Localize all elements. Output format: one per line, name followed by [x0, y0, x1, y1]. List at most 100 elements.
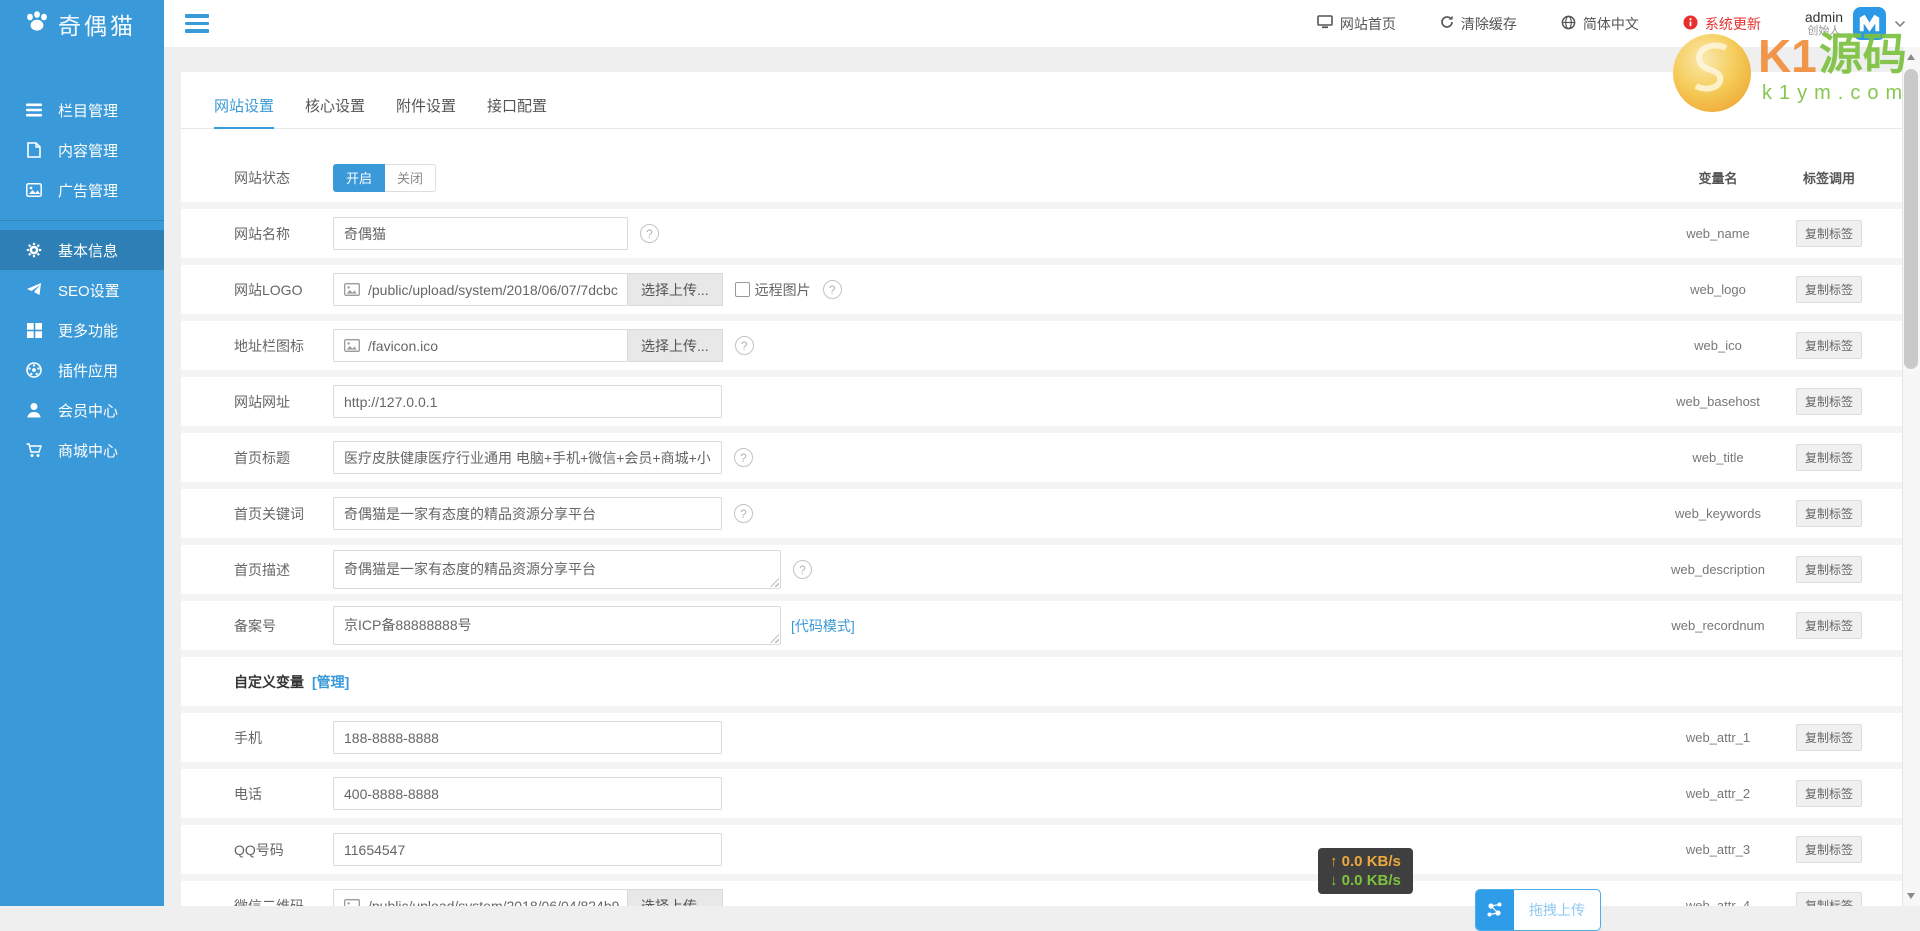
down-arrow-icon: ↓	[1330, 872, 1342, 889]
file-icon	[25, 142, 43, 158]
logo-text: 奇偶猫	[58, 12, 136, 39]
form-row: 网站网址 http://127.0.0.1 web_basehost 复制标签	[181, 377, 1902, 426]
variable-name: web_basehost	[1676, 394, 1760, 409]
help-icon[interactable]: ?	[734, 504, 753, 523]
nav-system-update[interactable]: 系统更新	[1683, 14, 1761, 34]
sidebar-item-basic-info[interactable]: 基本信息	[0, 230, 164, 270]
row-right: web_recordnum 复制标签	[1658, 612, 1902, 639]
remote-image-option[interactable]: 远程图片	[734, 280, 811, 300]
text-input[interactable]: 400-8888-8888	[333, 777, 722, 810]
sidebar-item-seo-settings[interactable]: SEO设置	[0, 270, 164, 310]
copy-tag-button[interactable]: 复制标签	[1796, 220, 1862, 247]
file-path-input[interactable]: /public/upload/system/2018/06/07/7dcbc	[333, 273, 628, 306]
avatar[interactable]	[1853, 7, 1886, 40]
field-label: 网站状态	[234, 169, 290, 186]
upload-button[interactable]: 选择上传...	[628, 329, 723, 362]
text-input[interactable]: http://127.0.0.1	[333, 385, 722, 418]
text-input[interactable]: 188-8888-8888	[333, 721, 722, 754]
resize-handle-icon[interactable]	[770, 634, 779, 643]
row-right: web_ico 复制标签	[1658, 332, 1902, 359]
variable-name: web_title	[1692, 450, 1744, 465]
file-path-input[interactable]: /favicon.ico	[333, 329, 628, 362]
plugin-icon	[25, 362, 43, 378]
variable-name: web_name	[1686, 226, 1750, 241]
help-icon[interactable]: ?	[640, 224, 659, 243]
form-row: 手机 188-8888-8888 web_attr_1 复制标签	[181, 713, 1902, 762]
row-separator	[181, 202, 1902, 209]
copy-tag-button[interactable]: 复制标签	[1796, 388, 1862, 415]
cluster-icon	[1476, 890, 1514, 930]
file-path-input[interactable]: /public/upload/system/2018/06/04/824b9	[333, 889, 628, 906]
image-icon	[25, 183, 43, 197]
help-icon[interactable]: ?	[822, 280, 842, 299]
textarea-input[interactable]: 奇偶猫是一家有态度的精品资源分享平台	[333, 550, 781, 589]
status-off-button[interactable]: 关闭	[385, 163, 437, 192]
text-input[interactable]: 医疗皮肤健康医疗行业通用 电脑+手机+微信+会员+商城+小程序	[333, 441, 722, 474]
field-control: 奇偶猫是一家有态度的精品资源分享平台?	[333, 497, 753, 530]
copy-tag-button[interactable]: 复制标签	[1796, 332, 1862, 359]
top-bar: 网站首页 清除缓存 简体中文 系统更新 admin 创始人	[164, 0, 1920, 48]
scrollbar-down-arrow[interactable]	[1907, 893, 1915, 899]
variable-name: web_attr_2	[1685, 786, 1751, 801]
sidebar-item-label: 广告管理	[58, 182, 119, 200]
chevron-down-icon[interactable]	[1894, 20, 1906, 28]
resize-handle-icon[interactable]	[770, 578, 779, 587]
text-input[interactable]: 奇偶猫是一家有态度的精品资源分享平台	[333, 497, 722, 530]
settings-card: 网站设置 核心设置 附件设置 接口配置 网站状态 开启 关闭 变量名 标签调用 网站名称奇…	[181, 72, 1902, 906]
sidebar-item-column-manage[interactable]: 栏目管理	[0, 90, 164, 130]
copy-tag-button[interactable]: 复制标签	[1796, 276, 1862, 303]
sidebar-item-content-manage[interactable]: 内容管理	[0, 130, 164, 170]
app-logo[interactable]: 奇偶猫	[0, 0, 164, 47]
help-icon[interactable]: ?	[793, 560, 812, 579]
nav-clear-cache[interactable]: 清除缓存	[1440, 14, 1517, 34]
copy-tag-button[interactable]: 复制标签	[1796, 724, 1862, 751]
upload-button[interactable]: 选择上传...	[628, 889, 723, 906]
field-label: 微信二维码	[234, 897, 304, 907]
monitor-icon	[1317, 15, 1333, 32]
user-menu[interactable]: admin 创始人	[1805, 9, 1843, 39]
sidebar-item-mall-center[interactable]: 商城中心	[0, 430, 164, 470]
manage-link[interactable]: [管理]	[312, 672, 349, 692]
copy-tag-button[interactable]: 复制标签	[1796, 444, 1862, 471]
scrollbar[interactable]	[1902, 47, 1920, 906]
copy-tag-button[interactable]: 复制标签	[1796, 500, 1862, 527]
input-value: 400-8888-8888	[344, 785, 439, 802]
nav-site-home[interactable]: 网站首页	[1317, 14, 1396, 34]
textarea-input[interactable]: 京ICP备88888888号	[333, 606, 781, 645]
sidebar-item-plugins[interactable]: 插件应用	[0, 350, 164, 390]
help-icon[interactable]: ?	[734, 336, 754, 355]
status-on-button[interactable]: 开启	[333, 163, 386, 192]
tab-site-settings[interactable]: 网站设置	[214, 86, 275, 129]
text-input[interactable]: 奇偶猫	[333, 217, 628, 250]
user-role: 创始人	[1807, 25, 1841, 38]
help-icon[interactable]: ?	[734, 448, 753, 467]
row-right: 变量名 标签调用	[1658, 168, 1902, 187]
copy-tag-button[interactable]: 复制标签	[1796, 892, 1862, 906]
tab-attachment-settings[interactable]: 附件设置	[396, 86, 456, 128]
copy-tag-button[interactable]: 复制标签	[1796, 556, 1862, 583]
variable-name: web_description	[1671, 562, 1765, 577]
copy-tag-button[interactable]: 复制标签	[1796, 836, 1862, 863]
nav-language[interactable]: 简体中文	[1561, 14, 1639, 34]
sidebar-item-label: 栏目管理	[58, 102, 119, 120]
text-input[interactable]: 11654547	[333, 833, 722, 866]
tab-core-settings[interactable]: 核心设置	[305, 86, 365, 128]
checkbox-icon[interactable]	[734, 282, 750, 297]
field-control: 奇偶猫?	[333, 217, 659, 250]
field-control: /public/upload/system/2018/06/04/824b9 选择…	[333, 889, 723, 906]
field-control: http://127.0.0.1	[333, 385, 722, 418]
field-label: 网站网址	[234, 393, 290, 410]
row-separator	[181, 426, 1902, 433]
code-mode-link[interactable]: [代码模式]	[791, 616, 855, 636]
sidebar-item-member-center[interactable]: 会员中心	[0, 390, 164, 430]
upload-button[interactable]: 选择上传...	[628, 273, 723, 306]
sidebar-item-ad-manage[interactable]: 广告管理	[0, 170, 164, 210]
scrollbar-up-arrow[interactable]	[1907, 54, 1915, 60]
copy-tag-button[interactable]: 复制标签	[1796, 780, 1862, 807]
drag-upload-button[interactable]: 拖拽上传	[1475, 889, 1601, 931]
sidebar-item-more-features[interactable]: 更多功能	[0, 310, 164, 350]
tab-api-config[interactable]: 接口配置	[487, 86, 547, 128]
hamburger-menu-icon[interactable]	[185, 14, 209, 33]
copy-tag-button[interactable]: 复制标签	[1796, 612, 1862, 639]
scrollbar-thumb[interactable]	[1904, 69, 1918, 369]
